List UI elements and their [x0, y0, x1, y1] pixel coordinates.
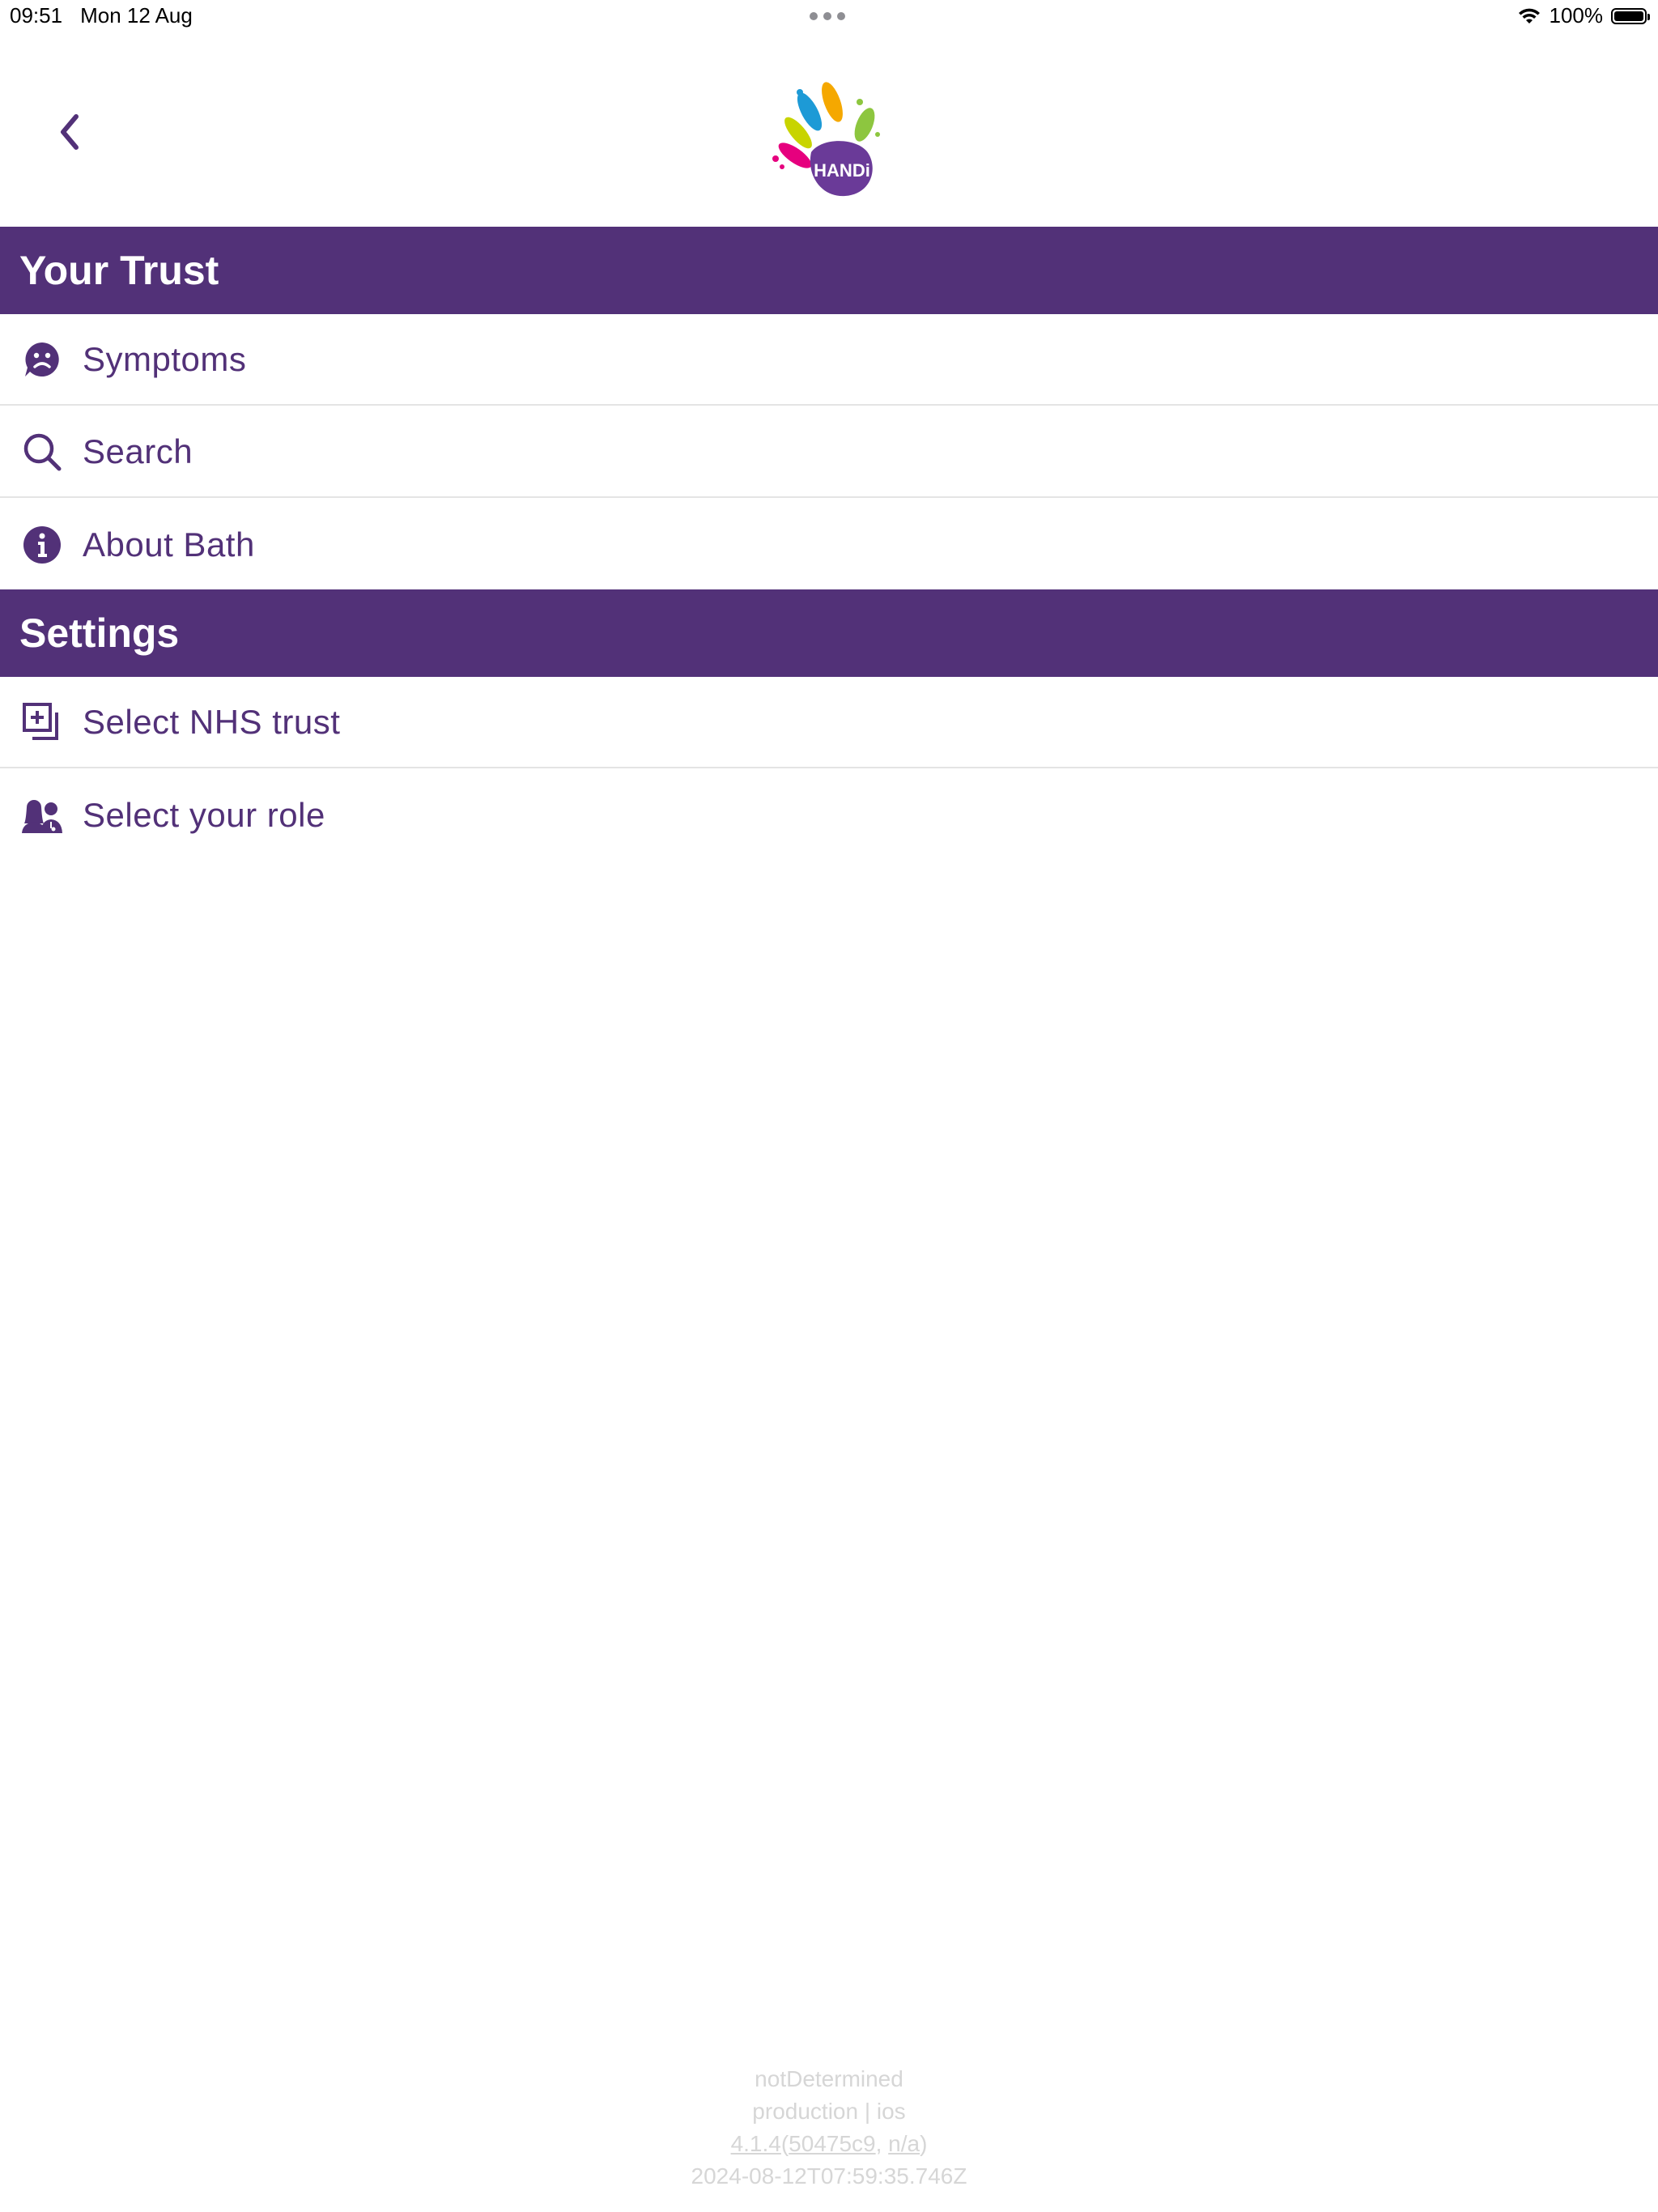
multitasking-dots-icon[interactable] [810, 12, 845, 20]
footer-build-info: notDetermined production | ios 4.1.4(504… [0, 2063, 1658, 2193]
menu-item-label: Select your role [83, 795, 325, 834]
back-button[interactable] [49, 104, 97, 160]
logo-text: HANDi [814, 160, 870, 181]
menu-item-label: Select NHS trust [83, 702, 341, 741]
build-link[interactable]: n/a [888, 2131, 920, 2156]
wifi-icon [1518, 8, 1540, 23]
menu-item-select-your-role[interactable]: Select your role [0, 769, 1658, 861]
version-link[interactable]: 4.1.4 [731, 2131, 781, 2156]
footer-version-line: 4.1.4(50475c9, n/a) [0, 2128, 1658, 2160]
section-header-settings: Settings [0, 589, 1658, 677]
menu-item-label: Symptoms [83, 339, 247, 378]
status-time: 09:51 [10, 3, 63, 28]
status-date: Mon 12 Aug [80, 3, 193, 28]
footer-comma: , [875, 2131, 889, 2156]
menu-item-search[interactable]: Search [0, 406, 1658, 498]
footer-timestamp: 2024-08-12T07:59:35.746Z [691, 2163, 967, 2189]
add-document-icon [21, 701, 63, 743]
battery-percent: 100% [1549, 3, 1604, 28]
menu-item-about-bath[interactable]: About Bath [0, 499, 1658, 590]
footer-environment: production | ios [752, 2099, 906, 2124]
search-icon [21, 431, 63, 473]
people-icon [21, 794, 63, 836]
section-header-your-trust: Your Trust [0, 227, 1658, 314]
footer-close-paren: ) [920, 2131, 928, 2156]
status-bar: 09:51 Mon 12 Aug 100% [0, 0, 1658, 36]
menu-item-symptoms[interactable]: Symptoms [0, 314, 1658, 406]
sad-face-icon [21, 338, 63, 381]
menu-item-select-nhs-trust[interactable]: Select NHS trust [0, 677, 1658, 768]
battery-icon [1611, 7, 1650, 24]
handi-logo: HANDi [764, 68, 894, 222]
nav-header: HANDi [0, 36, 1658, 227]
menu-item-label: Search [83, 432, 193, 470]
footer-permission-status: notDetermined [755, 2066, 903, 2091]
status-left: 09:51 Mon 12 Aug [10, 3, 193, 28]
menu-item-label: About Bath [83, 525, 255, 564]
chevron-left-icon [61, 114, 79, 150]
footer-open-paren: ( [780, 2131, 789, 2156]
info-icon [21, 524, 63, 566]
status-right: 100% [1517, 3, 1650, 28]
commit-link[interactable]: 50475c9 [789, 2131, 875, 2156]
